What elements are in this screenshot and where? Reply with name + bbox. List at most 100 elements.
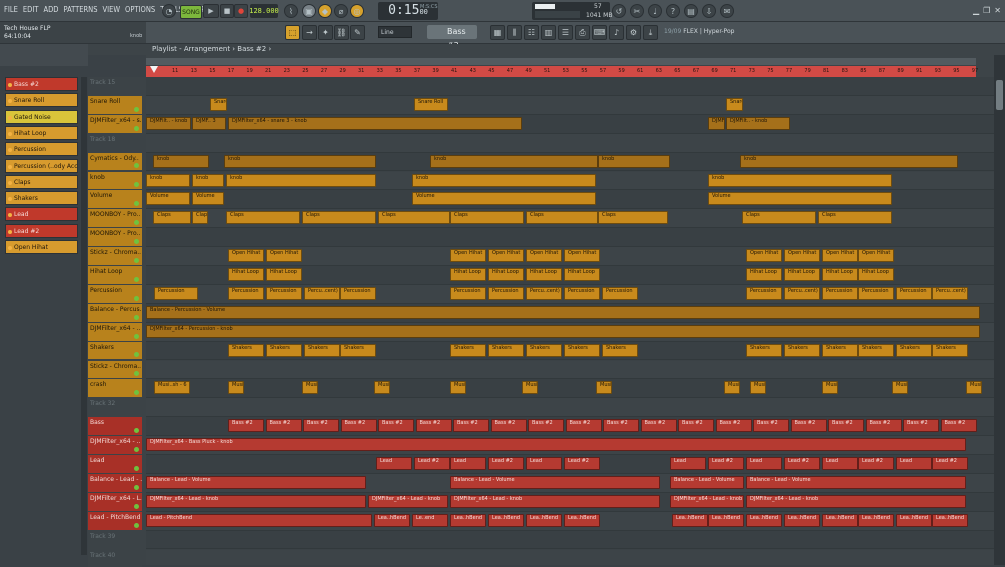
cut-icon[interactable]: ✂ [630, 4, 644, 18]
channel-item[interactable]: Gated Noise [5, 110, 78, 124]
playlist-clip[interactable]: Bass #2 [266, 419, 302, 432]
playhead-marker[interactable] [150, 66, 158, 73]
track-mute-icon[interactable] [134, 352, 139, 357]
playlist-clip[interactable]: Open Hihat [488, 249, 524, 262]
vertical-scrollbar[interactable] [994, 55, 1005, 565]
playlist-clip[interactable]: Shakers [602, 344, 638, 357]
playlist-clip[interactable]: Lead - PitchBend [146, 514, 372, 527]
playlist-clip[interactable]: DJMFilt.. - knob [146, 117, 191, 130]
track-mute-icon[interactable] [134, 220, 139, 225]
playlist-clip[interactable]: Lead #2 [564, 457, 600, 470]
channel-item[interactable]: Bass #2 [5, 77, 78, 91]
playlist-clip[interactable]: DJMFilter_x64 - Lead - knob [368, 495, 448, 508]
close-icon[interactable]: ✕ [994, 6, 1001, 15]
stop-button[interactable]: ■ [220, 4, 234, 18]
playlist-clip[interactable]: Balance - Lead - Volume [450, 476, 660, 489]
grid-row[interactable] [146, 531, 994, 550]
pattern-select[interactable]: Bass #2 [427, 25, 477, 39]
playlist-clip[interactable]: Lea..hBend [564, 514, 600, 527]
news-ticker[interactable]: 19/09 FLEX | Hyper-Pop [664, 28, 734, 35]
playlist-clip[interactable]: Percussion [228, 287, 264, 300]
playlist-clip[interactable]: Lead #2 [858, 457, 894, 470]
playlist-clip[interactable]: Lead #2 [708, 457, 744, 470]
playlist-clip[interactable]: Musi..sh - 6 [596, 381, 612, 394]
playlist-clip[interactable]: knob [153, 155, 209, 168]
playlist-clip[interactable]: Lea..hBend [374, 514, 410, 527]
playlist-clip[interactable]: Musi..sh - 6 [966, 381, 982, 394]
playlist-clip[interactable]: Balance - Lead - Volume [670, 476, 744, 489]
playlist-clip[interactable]: Shakers [746, 344, 782, 357]
playlist-clip[interactable]: Bass #2 [791, 419, 827, 432]
track-header[interactable]: Snare Roll [88, 96, 142, 114]
playlist-clip[interactable]: Open Hihat [858, 249, 894, 262]
playlist-clip[interactable]: Claps [742, 211, 816, 224]
channel-item[interactable]: Percussion (..ody Accent) [5, 159, 78, 173]
playlist-clip[interactable]: Shakers [340, 344, 376, 357]
help-icon[interactable]: ? [666, 4, 680, 18]
channel-led-icon[interactable] [8, 246, 12, 250]
track-mute-icon[interactable] [134, 182, 139, 187]
grid-row[interactable] [146, 550, 994, 566]
plugin-picker-icon[interactable]: ⎙ [575, 25, 590, 40]
track-mute-icon[interactable] [134, 258, 139, 263]
track-header[interactable]: Shakers [88, 342, 142, 360]
step-edit-icon[interactable]: ▣ [302, 4, 316, 18]
playlist-clip[interactable]: Hihat Loop [450, 268, 486, 281]
track-mute-icon[interactable] [134, 315, 139, 320]
playlist-clip[interactable]: Shakers [266, 344, 302, 357]
menu-add[interactable]: ADD [43, 5, 58, 14]
playlist-clip[interactable]: Lea..hBend [526, 514, 562, 527]
playlist-clip[interactable]: Hihat Loop [746, 268, 782, 281]
playlist-clip[interactable]: Percussion [450, 287, 486, 300]
record-button[interactable]: ● [234, 4, 248, 18]
playlist-clip[interactable]: knob [708, 174, 892, 187]
playlist-clip[interactable]: Percu..cent) [304, 287, 340, 300]
playlist-clip[interactable]: Lea..hBend [822, 514, 858, 527]
timeline-scrollbar[interactable] [146, 58, 976, 65]
menu-edit[interactable]: EDIT [23, 5, 39, 14]
playlist-clip[interactable]: Claps [378, 211, 450, 224]
playlist-clip[interactable]: Percussion [896, 287, 932, 300]
track-header[interactable]: Track 15 [88, 77, 142, 95]
loop-record-icon[interactable]: ⌀ [334, 4, 348, 18]
playlist-clip[interactable]: Open Hihat [266, 249, 302, 262]
playlist-clip[interactable]: Bass #2 [603, 419, 639, 432]
tempo-display[interactable]: 128.000 [250, 4, 278, 18]
track-mute-icon[interactable] [134, 371, 139, 376]
menu-options[interactable]: OPTIONS [125, 5, 155, 14]
playlist-clip[interactable]: Bass #2 [416, 419, 452, 432]
channel-item[interactable]: Snare Roll [5, 93, 78, 107]
playlist-clip[interactable]: Percussion [746, 287, 782, 300]
vertical-scroll-thumb[interactable] [996, 80, 1003, 110]
track-mute-icon[interactable] [134, 107, 139, 112]
playlist-clip[interactable]: Shakers [228, 344, 264, 357]
playlist-clip[interactable]: knob [598, 155, 670, 168]
playlist-clip[interactable]: Snare Roll [414, 98, 448, 111]
playlist-clip[interactable]: Open Hihat [228, 249, 264, 262]
playlist-clip[interactable]: Musi..sh - 6 [522, 381, 538, 394]
channel-led-icon[interactable] [8, 213, 12, 217]
template-icon[interactable]: ♪ [609, 25, 624, 40]
playlist-clip[interactable]: Open Hihat [450, 249, 486, 262]
playlist-clip[interactable]: knob [146, 174, 190, 187]
playlist-clip[interactable]: Lead [822, 457, 858, 470]
countdown-icon[interactable]: ◎ [350, 4, 364, 18]
playlist-clip[interactable]: knob [412, 174, 596, 187]
playlist-clip[interactable]: Shakers [784, 344, 820, 357]
metronome-icon[interactable]: ◔ [162, 4, 176, 18]
track-mute-icon[interactable] [134, 239, 139, 244]
playlist-clip[interactable]: Lea..hBend [450, 514, 486, 527]
playlist-clip[interactable]: Le..end [412, 514, 448, 527]
playlist-clip[interactable]: Bass #2 [528, 419, 564, 432]
playlist-clip[interactable]: Lead #2 [784, 457, 820, 470]
grid-row[interactable] [146, 96, 994, 115]
playlist-clip[interactable]: Musi..sh - 6 [302, 381, 318, 394]
playlist-clip[interactable]: Bass #2 [866, 419, 902, 432]
playlist-clip[interactable]: DJMFilter_x64 - Lead - knob [146, 495, 366, 508]
channel-led-icon[interactable] [8, 132, 12, 136]
track-header[interactable]: Balance - Lead - .. [88, 474, 142, 492]
mic-icon[interactable]: ♩ [648, 4, 662, 18]
snap-select[interactable]: Line [378, 26, 412, 38]
playlist-clip[interactable]: Percussion [340, 287, 376, 300]
track-header[interactable]: MOONBOY - Pro.. [88, 228, 142, 246]
